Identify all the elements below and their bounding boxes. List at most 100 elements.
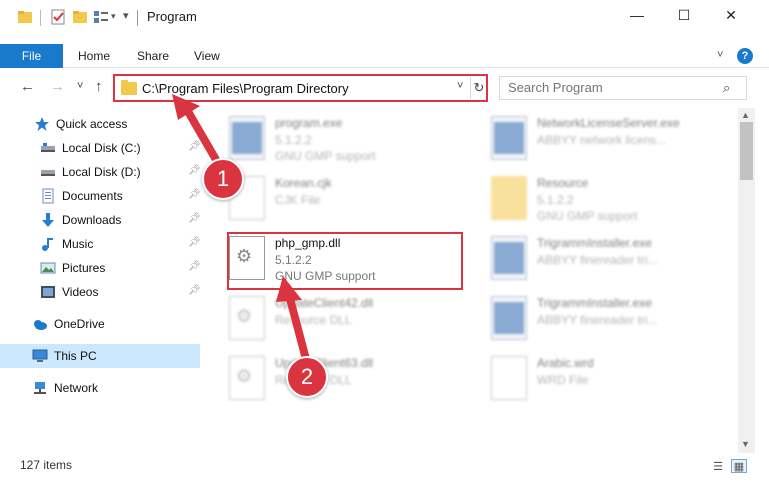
help-icon[interactable]: ? xyxy=(737,48,753,64)
refresh-button[interactable]: ↻ xyxy=(470,77,487,99)
customize-toolbar-icon[interactable]: ▾ xyxy=(123,9,129,22)
properties-icon[interactable] xyxy=(50,9,66,25)
documents-icon xyxy=(40,188,56,204)
file-description: GNU GMP support xyxy=(275,149,376,163)
sidebar-item-label: Documents xyxy=(62,189,123,203)
divider xyxy=(40,10,41,26)
executable-icon xyxy=(229,116,265,160)
divider xyxy=(137,10,138,26)
scroll-down-icon[interactable]: ▼ xyxy=(741,439,750,449)
sidebar-item-label: This PC xyxy=(54,349,97,363)
file-item[interactable]: UpdateClient42.dll Resource DLL xyxy=(205,292,440,348)
tab-share[interactable]: Share xyxy=(137,44,169,68)
ribbon-tabs: File Home Share View ˅ ? xyxy=(0,44,769,68)
file-item[interactable]: Resource 5.1.2.2 GNU GMP support xyxy=(467,172,702,228)
videos-icon xyxy=(40,284,56,300)
up-button[interactable]: ↑ xyxy=(95,78,103,95)
pin-icon[interactable]: 📌︎ xyxy=(188,141,201,152)
sidebar-item-quick-access[interactable]: Quick access xyxy=(34,113,127,135)
minimize-button[interactable]: — xyxy=(614,0,660,30)
scroll-up-icon[interactable]: ▲ xyxy=(741,110,750,120)
pin-icon[interactable]: 📌︎ xyxy=(188,237,201,248)
vertical-scrollbar[interactable]: ▲ ▼ xyxy=(738,108,755,453)
expand-ribbon-icon[interactable]: ˅ xyxy=(717,49,723,61)
dll-file-icon xyxy=(229,296,265,340)
file-item[interactable]: Arabic.wrd WRD File xyxy=(467,352,702,408)
file-type: CJK File xyxy=(275,193,321,207)
large-icons-view-icon[interactable]: ▦ xyxy=(731,459,747,473)
address-path[interactable]: C:\Program Files\Program Directory xyxy=(142,81,349,96)
sidebar-item-pictures[interactable]: Pictures xyxy=(40,257,105,279)
address-bar[interactable]: C:\Program Files\Program Directory ˅ ↻ xyxy=(113,74,488,102)
tab-file[interactable]: File xyxy=(0,44,63,68)
status-bar: 127 items ☰ ▦ xyxy=(0,455,769,477)
search-input[interactable] xyxy=(508,80,708,95)
file-version: 5.1.2.2 xyxy=(275,133,312,147)
sidebar-item-network[interactable]: Network xyxy=(32,377,98,399)
folder-icon[interactable] xyxy=(17,9,33,25)
document-icon xyxy=(491,356,527,400)
sidebar-item-onedrive[interactable]: OneDrive xyxy=(32,313,105,335)
pictures-icon xyxy=(40,260,56,276)
file-item[interactable]: program.exe 5.1.2.2 GNU GMP support xyxy=(205,112,440,168)
sidebar-item-local-disk-c[interactable]: Local Disk (C:) xyxy=(40,137,141,159)
details-view-icon[interactable]: ☰ xyxy=(710,459,726,473)
sidebar-item-label: Local Disk (C:) xyxy=(62,141,141,155)
chevron-down-icon[interactable]: ▾ xyxy=(111,11,116,22)
callout-badge-2: 2 xyxy=(286,356,328,398)
pin-icon[interactable]: 📌︎ xyxy=(188,213,201,224)
pin-icon[interactable]: 📌︎ xyxy=(188,285,201,296)
back-button[interactable]: ← xyxy=(20,78,35,95)
file-name: program.exe xyxy=(275,116,343,130)
close-button[interactable]: ✕ xyxy=(708,0,754,30)
executable-icon xyxy=(491,296,527,340)
file-item[interactable]: TrigrammInstaller.exe ABBYY finereader t… xyxy=(467,232,702,288)
executable-icon xyxy=(491,236,527,280)
drive-icon xyxy=(40,140,56,156)
sidebar-item-videos[interactable]: Videos xyxy=(40,281,98,303)
dll-file-icon xyxy=(229,356,265,400)
file-description: GNU GMP support xyxy=(537,209,638,223)
sidebar-item-label: Network xyxy=(54,381,99,395)
maximize-button[interactable]: ☐ xyxy=(661,0,707,30)
selection-highlight xyxy=(0,344,200,368)
forward-button[interactable]: → xyxy=(50,78,65,95)
callout-badge-1: 1 xyxy=(202,158,244,200)
search-icon[interactable]: ⌕ xyxy=(723,80,730,96)
sidebar-item-documents[interactable]: Documents xyxy=(40,185,123,207)
chevron-down-icon[interactable]: ˅ xyxy=(457,80,463,92)
sidebar-item-local-disk-d[interactable]: Local Disk (D:) xyxy=(40,161,141,183)
executable-icon xyxy=(491,116,527,160)
file-name: Arabic.wrd xyxy=(537,356,594,370)
drive-icon xyxy=(40,164,56,180)
file-description: ABBYY finereader tri... xyxy=(537,253,658,267)
file-item[interactable]: TrigrammInstaller.exe ABBYY finereader t… xyxy=(467,292,702,348)
file-name: UpdateClient42.dll xyxy=(275,296,374,310)
search-box[interactable]: ⌕ xyxy=(499,76,747,100)
sidebar-item-downloads[interactable]: Downloads xyxy=(40,209,121,231)
recent-locations-button[interactable]: ˅ xyxy=(77,80,83,92)
file-version: 5.1.2.2 xyxy=(537,193,574,207)
scroll-thumb[interactable] xyxy=(740,122,753,180)
file-name: Resource xyxy=(537,176,589,190)
new-folder-icon[interactable] xyxy=(72,9,88,25)
file-description: ABBYY network licens... xyxy=(537,133,667,147)
file-name: TrigrammInstaller.exe xyxy=(537,236,652,250)
sidebar-item-this-pc[interactable]: This PC xyxy=(32,345,97,367)
cloud-icon xyxy=(32,316,48,332)
folder-icon xyxy=(121,80,137,95)
pin-icon[interactable]: 📌︎ xyxy=(188,261,201,272)
sidebar-item-label: Downloads xyxy=(62,213,122,227)
star-icon xyxy=(34,116,50,132)
file-name: TrigrammInstaller.exe xyxy=(537,296,652,310)
sidebar-item-music[interactable]: Music xyxy=(40,233,93,255)
tab-home[interactable]: Home xyxy=(78,44,110,68)
sidebar-item-label: Local Disk (D:) xyxy=(62,165,141,179)
pin-icon[interactable]: 📌︎ xyxy=(188,189,201,200)
tab-view[interactable]: View xyxy=(194,44,220,68)
file-name: Korean.cjk xyxy=(275,176,332,190)
file-item[interactable]: NetworkLicenseServer.exe ABBYY network l… xyxy=(467,112,702,168)
pin-icon[interactable]: 📌︎ xyxy=(188,165,201,176)
folder-icon xyxy=(491,176,527,220)
view-options-icon[interactable] xyxy=(93,9,109,25)
